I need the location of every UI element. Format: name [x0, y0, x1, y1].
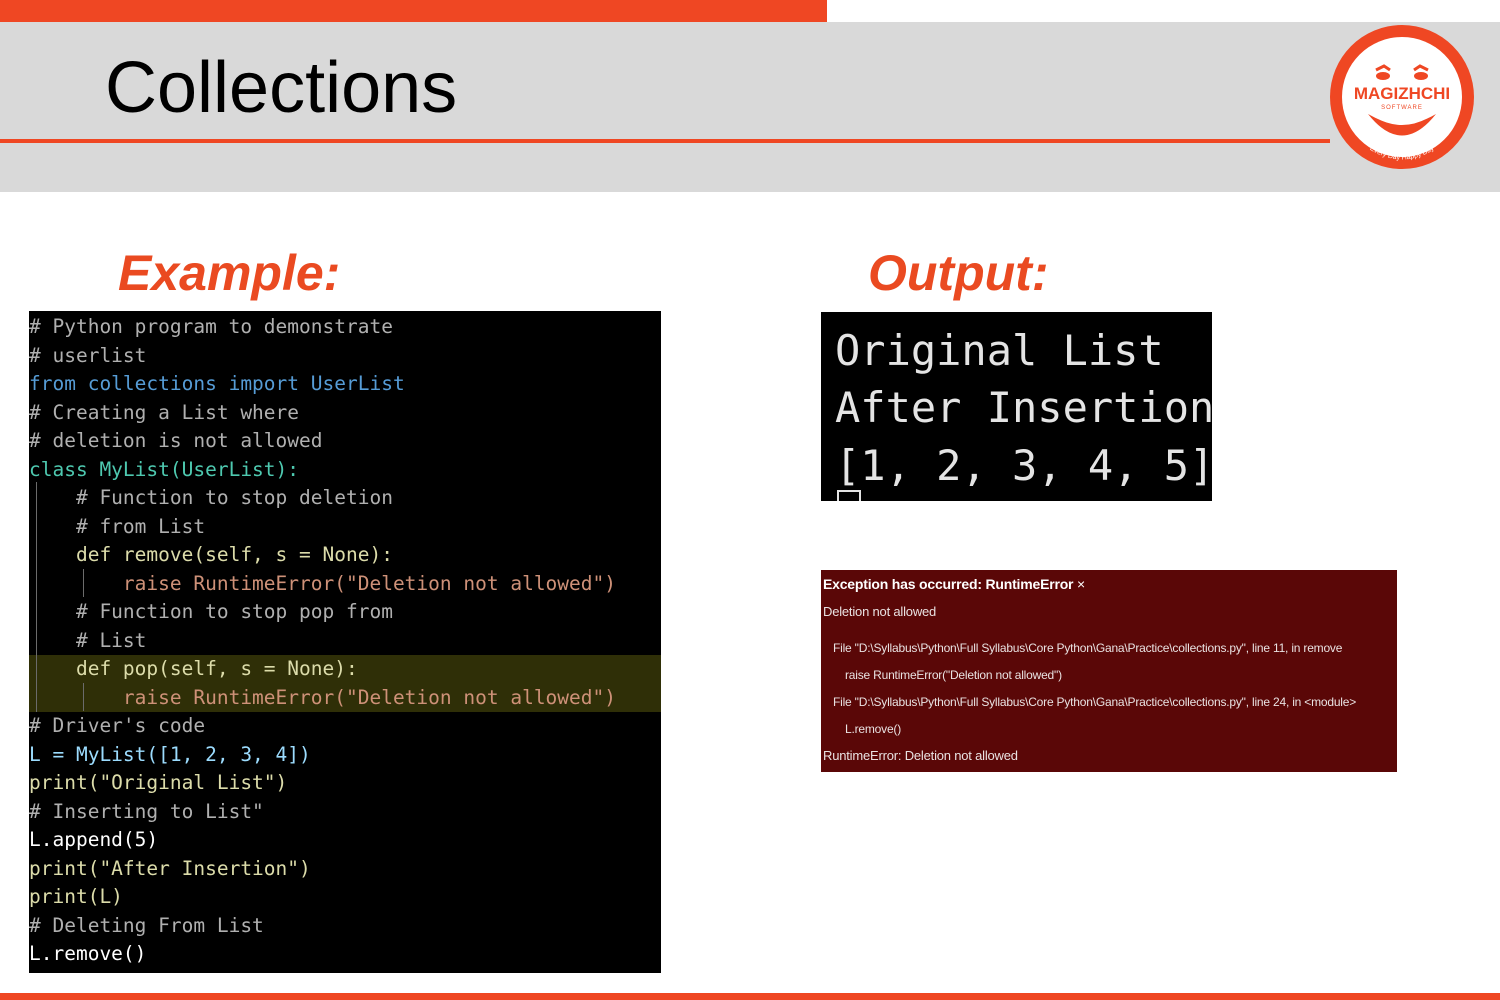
traceback-file-2[interactable]: File "D:\Syllabus\Python\Full Syllabus\C… — [833, 695, 1356, 709]
output-label: Output: — [868, 245, 1049, 301]
terminal-cursor — [837, 490, 861, 501]
code-line-14: raise RuntimeError("Deletion not allowed… — [29, 683, 661, 712]
code-line-9: def remove(self, s = None): — [29, 543, 393, 566]
logo-name: MAGIZHCHI — [1354, 84, 1450, 103]
indent-guide — [36, 482, 37, 712]
code-line-2: # userlist — [29, 343, 147, 367]
exception-title: Exception has occurred: RuntimeError × — [823, 576, 1085, 592]
code-line-5: # deletion is not allowed — [29, 429, 323, 452]
logo-sub: SOFTWARE — [1381, 105, 1423, 111]
code-line-11: # Function to stop pop from — [29, 600, 393, 623]
title-underline — [0, 139, 1330, 143]
indent-guide — [83, 569, 84, 597]
code-line-23: L.remove() — [29, 942, 147, 965]
code-line-6: class MyList(UserList): — [29, 457, 300, 481]
top-accent-bar — [0, 0, 827, 22]
code-line-7: # Function to stop deletion — [29, 486, 393, 509]
indent-guide — [83, 683, 84, 711]
code-line-22: # Deleting From List — [29, 913, 264, 937]
example-label: Example: — [118, 245, 341, 301]
code-line-8: # from List — [29, 514, 206, 538]
slide-title: Collections — [105, 48, 458, 128]
code-line-4: # Creating a List where — [29, 400, 300, 424]
code-line-20: print("After Insertion") — [29, 856, 311, 880]
output-line-1: Original List — [835, 326, 1164, 375]
code-line-18: # Inserting to List" — [29, 799, 264, 823]
exception-final: RuntimeError: Deletion not allowed — [823, 748, 1018, 763]
code-line-19: L.append(5) — [29, 828, 159, 851]
exception-message: Deletion not allowed — [823, 604, 937, 619]
code-line-3: from collections import UserList — [29, 372, 405, 395]
traceback-file-1[interactable]: File "D:\Syllabus\Python\Full Syllabus\C… — [833, 641, 1342, 655]
exception-panel: Exception has occurred: RuntimeError × D… — [821, 570, 1397, 772]
code-line-12: # List — [29, 628, 147, 652]
bottom-accent-bar — [0, 993, 1500, 1000]
output-line-3: [1, 2, 3, 4, 5] — [835, 441, 1212, 490]
code-line-13: def pop(self, s = None): — [29, 655, 661, 684]
terminal-output: Original List After Insertion [1, 2, 3, … — [821, 312, 1212, 501]
code-line-1: # Python program to demonstrate — [29, 315, 393, 338]
code-line-21: print(L) — [29, 885, 123, 908]
code-editor: # Python program to demonstrate # userli… — [29, 311, 661, 973]
code-line-16: L = MyList([1, 2, 3, 4]) — [29, 742, 311, 766]
code-line-10: raise RuntimeError("Deletion not allowed… — [29, 571, 616, 595]
output-line-2: After Insertion — [835, 383, 1212, 432]
magizhchi-logo: MAGIZHCHI SOFTWARE Every Day Happy Day — [1330, 25, 1474, 169]
traceback-code-2: L.remove() — [845, 722, 902, 736]
close-icon[interactable]: × — [1077, 576, 1085, 592]
traceback-code-1: raise RuntimeError("Deletion not allowed… — [845, 668, 1062, 682]
code-line-17: print("Original List") — [29, 771, 288, 794]
code-line-15: # Driver's code — [29, 714, 206, 737]
